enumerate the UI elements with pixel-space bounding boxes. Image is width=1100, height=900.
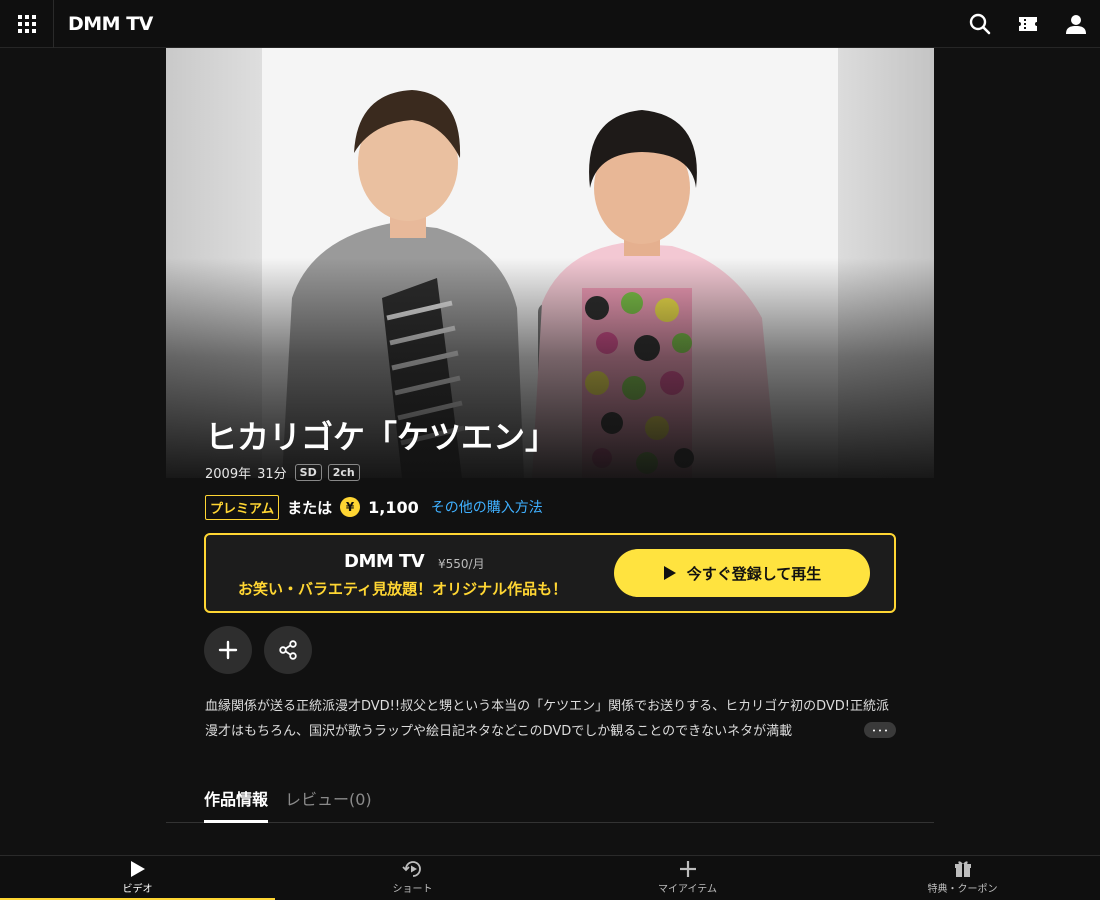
shorts-icon bbox=[401, 861, 421, 877]
tab-work-info[interactable]: 作品情報 bbox=[204, 786, 268, 810]
price-row: プレミアム または ¥ 1,100 その他の購入方法 bbox=[205, 494, 543, 520]
description-text: 血縁関係が送る正統派漫才DVD!!叔父と甥という本当の「ケツエン」関係でお送りす… bbox=[205, 699, 890, 739]
top-header: DMM TV bbox=[0, 0, 1100, 48]
nav-benefits-coupons[interactable]: 特典・クーポン bbox=[825, 856, 1100, 900]
share-button[interactable] bbox=[264, 626, 312, 674]
add-to-list-button[interactable] bbox=[204, 626, 252, 674]
or-label: または bbox=[287, 498, 333, 517]
dmm-tv-logo[interactable]: DMM TV bbox=[68, 13, 153, 35]
page-title: ヒカリゴケ「ケツエン」 bbox=[205, 418, 558, 456]
promo-copy: お笑い・バラエティ見放題！オリジナル作品も！ bbox=[238, 580, 568, 598]
meta-row: 2009年 31分 SD 2ch bbox=[205, 460, 360, 484]
plus-icon bbox=[218, 640, 238, 660]
play-icon bbox=[663, 566, 676, 580]
active-tab-indicator bbox=[204, 820, 268, 823]
duration: 31分 bbox=[257, 466, 287, 482]
grid-icon bbox=[17, 15, 36, 33]
gift-icon bbox=[954, 861, 971, 877]
yen-coin-icon: ¥ bbox=[340, 497, 361, 517]
plus-icon bbox=[679, 861, 696, 877]
subscription-promo: DMM TV ¥550/月 お笑い・バラエティ見放題！オリジナル作品も！ 今すぐ… bbox=[204, 533, 896, 613]
nav-video-label: ビデオ bbox=[122, 884, 153, 895]
promo-logo: DMM TV bbox=[344, 551, 425, 572]
nav-my-items-label: マイアイテム bbox=[658, 884, 717, 895]
search-icon bbox=[969, 13, 991, 35]
release-year: 2009年 bbox=[205, 466, 252, 482]
bottom-navigation: ビデオ ショート マイアイテム 特典・クーポン bbox=[0, 855, 1100, 900]
nav-shorts-label: ショート bbox=[392, 884, 433, 895]
expand-description-button[interactable]: ･･･ bbox=[864, 722, 896, 738]
tab-reviews[interactable]: レビュー(0) bbox=[285, 786, 372, 810]
subscribe-and-play-button[interactable]: 今すぐ登録して再生 bbox=[614, 549, 870, 597]
ticket-button[interactable] bbox=[1014, 10, 1042, 38]
nav-shorts[interactable]: ショート bbox=[275, 856, 550, 900]
nav-benefits-label: 特典・クーポン bbox=[927, 884, 998, 895]
search-button[interactable] bbox=[966, 10, 994, 38]
premium-badge: プレミアム bbox=[205, 494, 280, 520]
grid-menu-button[interactable] bbox=[0, 0, 54, 48]
play-icon bbox=[130, 861, 145, 877]
nav-my-items[interactable]: マイアイテム bbox=[550, 856, 825, 900]
promo-monthly-price: ¥550/月 bbox=[438, 557, 485, 571]
quality-badge: SD bbox=[294, 463, 322, 481]
user-icon bbox=[1066, 15, 1086, 34]
content-tabs: 作品情報 レビュー(0) bbox=[166, 776, 934, 823]
ticket-icon bbox=[1019, 17, 1037, 31]
other-purchase-link[interactable]: その他の購入方法 bbox=[431, 497, 543, 517]
audio-badge: 2ch bbox=[327, 463, 360, 481]
share-icon bbox=[279, 640, 297, 660]
price-amount: 1,100 bbox=[368, 497, 419, 517]
nav-video[interactable]: ビデオ bbox=[0, 856, 275, 900]
subscribe-and-play-label: 今すぐ登録して再生 bbox=[686, 564, 822, 583]
account-button[interactable] bbox=[1062, 10, 1090, 38]
